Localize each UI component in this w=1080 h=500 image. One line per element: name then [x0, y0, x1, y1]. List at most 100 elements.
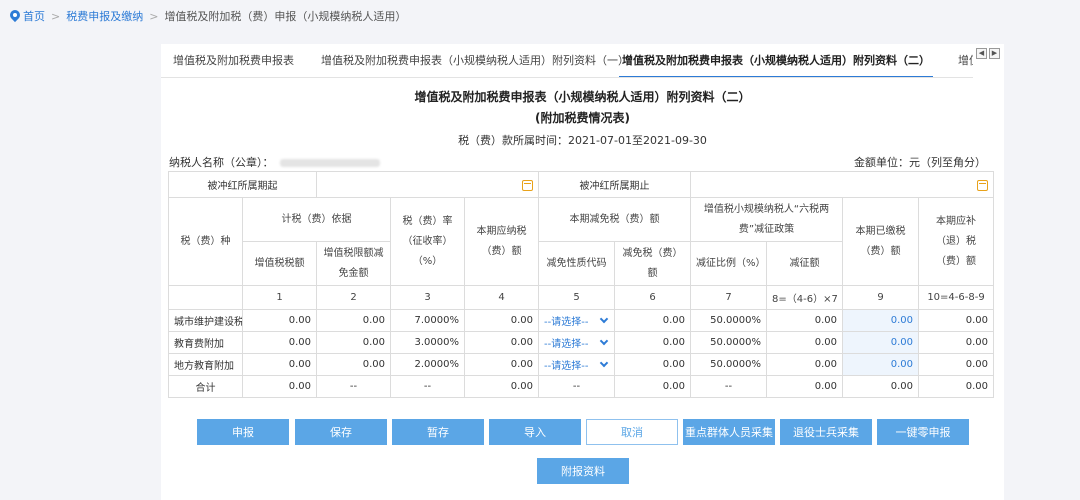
cell-reduction-ratio: 50.0000%: [690, 331, 768, 354]
chevron-down-icon: [599, 358, 609, 367]
form-title: 增值税及附加税费申报表（小规模纳税人适用）附列资料（二）: [414, 90, 751, 104]
cell-reduction-amount[interactable]: 0.00: [614, 309, 692, 332]
tab-attachment-1[interactable]: 增值税及附加税费申报表（小规模纳税人适用）附列资料（一）: [321, 44, 629, 77]
total-reduction-ratio: --: [690, 375, 768, 398]
column-index: 5: [538, 285, 616, 310]
cell-rate: 3.0000%: [390, 331, 465, 354]
cell-vat-amount[interactable]: 0.00: [242, 309, 317, 332]
breadcrumb-separator: >: [149, 9, 159, 23]
cell-reduction-ratio: 50.0000%: [690, 309, 768, 332]
cell-vat-amount[interactable]: 0.00: [242, 353, 317, 376]
amount-unit: 金额单位：元（列至角分）: [854, 156, 986, 169]
total-refund: 0.00: [918, 375, 995, 398]
column-index: 2: [316, 285, 391, 310]
key-group-collect-button[interactable]: 重点群体人员采集: [683, 419, 775, 445]
column-index: 7: [690, 285, 768, 310]
total-vat-amount: 0.00: [242, 375, 317, 398]
cell-vat-exempt[interactable]: 0.00: [316, 309, 391, 332]
cell-payable: 0.00: [463, 353, 540, 376]
temp-save-button[interactable]: 暂存: [392, 419, 484, 445]
column-index: 6: [614, 285, 692, 310]
total-paid: 0.00: [842, 375, 920, 398]
column-index: 3: [390, 285, 465, 310]
veteran-collect-button[interactable]: 退役士兵采集: [780, 419, 872, 445]
cell-vat-exempt[interactable]: 0.00: [316, 331, 391, 354]
total-rate: --: [390, 375, 465, 398]
total-label: 合计: [168, 375, 243, 398]
select-value: --请选择--: [544, 361, 589, 372]
column-index: 9: [842, 285, 920, 310]
cell-paid[interactable]: 0.00: [842, 353, 920, 376]
tax-type-name: 地方教育附加: [168, 353, 243, 376]
header-refund: 本期应补（退）税（费）额: [918, 197, 995, 286]
header-payable: 本期应纳税（费）额: [463, 197, 540, 286]
cell-reduction-amount[interactable]: 0.00: [614, 331, 692, 354]
total-reduction-amount: 0.00: [614, 375, 692, 398]
surcharge-table: 被冲红所属期起 被冲红所属期止 税（费）种 计税（费）依据 税（费）率（征收率）…: [168, 171, 995, 398]
cell-paid[interactable]: 0.00: [842, 331, 920, 354]
cell-rate: 2.0000%: [390, 353, 465, 376]
cell-vat-amount[interactable]: 0.00: [242, 331, 317, 354]
cell-payable: 0.00: [463, 331, 540, 354]
cell-paid[interactable]: 0.00: [842, 309, 920, 332]
cell-reduction-value: 0.00: [766, 353, 844, 376]
breadcrumb-current: 增值税及附加税（费）申报（小规模纳税人适用）: [164, 10, 407, 23]
breadcrumb: 首页 > 税费申报及缴纳 > 增值税及附加税（费）申报（小规模纳税人适用）: [10, 8, 406, 24]
header-reduction-value: 减征额: [766, 241, 844, 286]
form-panel: 增值税及附加税费申报表 增值税及附加税费申报表（小规模纳税人适用）附列资料（一）…: [161, 44, 1004, 500]
total-vat-exempt: --: [316, 375, 391, 398]
header-basis: 计税（费）依据: [242, 197, 391, 242]
header-vat-exempt: 增值税限额减免金额: [316, 241, 391, 286]
form-subtitle: (附加税费情况表): [535, 111, 630, 125]
tab-next-truncated[interactable]: 增值: [958, 44, 973, 77]
table-row: 教育费附加 0.00 0.00 3.0000% 0.00 --请选择-- 0.0…: [168, 331, 995, 354]
calendar-icon[interactable]: [522, 179, 534, 191]
cancel-button[interactable]: 取消: [586, 419, 678, 445]
declare-button[interactable]: 申报: [197, 419, 289, 445]
reduction-code-select[interactable]: --请选择--: [538, 331, 616, 354]
attachments-button[interactable]: 附报资料: [537, 458, 629, 484]
tab-scroll-left-icon[interactable]: ◀: [976, 48, 987, 59]
header-tax-type: 税（费）种: [168, 197, 243, 286]
total-reduction-code: --: [538, 375, 616, 398]
location-pin-icon: [10, 10, 20, 22]
chevron-down-icon: [599, 336, 609, 345]
period-end-label: 被冲红所属期止: [538, 171, 692, 198]
table-row: 城市维护建设税 0.00 0.00 7.0000% 0.00 --请选择-- 0…: [168, 309, 995, 332]
breadcrumb-tax-filing[interactable]: 税费申报及缴纳: [66, 8, 143, 24]
calendar-icon[interactable]: [977, 179, 989, 191]
zero-declare-button[interactable]: 一键零申报: [877, 419, 969, 445]
reduction-code-select[interactable]: --请选择--: [538, 353, 616, 376]
column-index: 4: [463, 285, 540, 310]
save-button[interactable]: 保存: [295, 419, 387, 445]
tab-main-form[interactable]: 增值税及附加税费申报表: [173, 44, 294, 77]
header-reduction-ratio: 减征比例（%）: [690, 241, 768, 286]
column-index: 10=4-6-8-9: [918, 285, 995, 310]
cell-refund: 0.00: [918, 331, 995, 354]
period-end-field[interactable]: [690, 171, 995, 198]
cell-reduction-ratio: 50.0000%: [690, 353, 768, 376]
select-value: --请选择--: [544, 339, 589, 350]
cell-reduction-amount[interactable]: 0.00: [614, 353, 692, 376]
breadcrumb-separator: >: [51, 9, 61, 23]
breadcrumb-home[interactable]: 首页: [23, 8, 45, 24]
period-start-field[interactable]: [315, 171, 540, 198]
cell-reduction-value: 0.00: [766, 331, 844, 354]
header-reduction-code: 减免性质代码: [538, 241, 616, 286]
table-row: 地方教育附加 0.00 0.00 2.0000% 0.00 --请选择-- 0.…: [168, 353, 995, 376]
tab-attachment-2[interactable]: 增值税及附加税费申报表（小规模纳税人适用）附列资料（二）: [619, 44, 933, 77]
tax-period: 税（费）款所属时间：2021-07-01至2021-09-30: [458, 134, 707, 147]
column-index: 8=（4-6）×7: [766, 285, 844, 310]
total-payable: 0.00: [463, 375, 540, 398]
header-reduction-amount: 减免税（费）额: [614, 241, 692, 286]
tab-scroll-right-icon[interactable]: ▶: [989, 48, 1000, 59]
reduction-code-select[interactable]: --请选择--: [538, 309, 616, 332]
chevron-down-icon: [599, 314, 609, 323]
cell-refund: 0.00: [918, 309, 995, 332]
cell-payable: 0.00: [463, 309, 540, 332]
cell-refund: 0.00: [918, 353, 995, 376]
import-button[interactable]: 导入: [489, 419, 581, 445]
select-value: --请选择--: [544, 317, 589, 328]
cell-reduction-value: 0.00: [766, 309, 844, 332]
cell-vat-exempt[interactable]: 0.00: [316, 353, 391, 376]
